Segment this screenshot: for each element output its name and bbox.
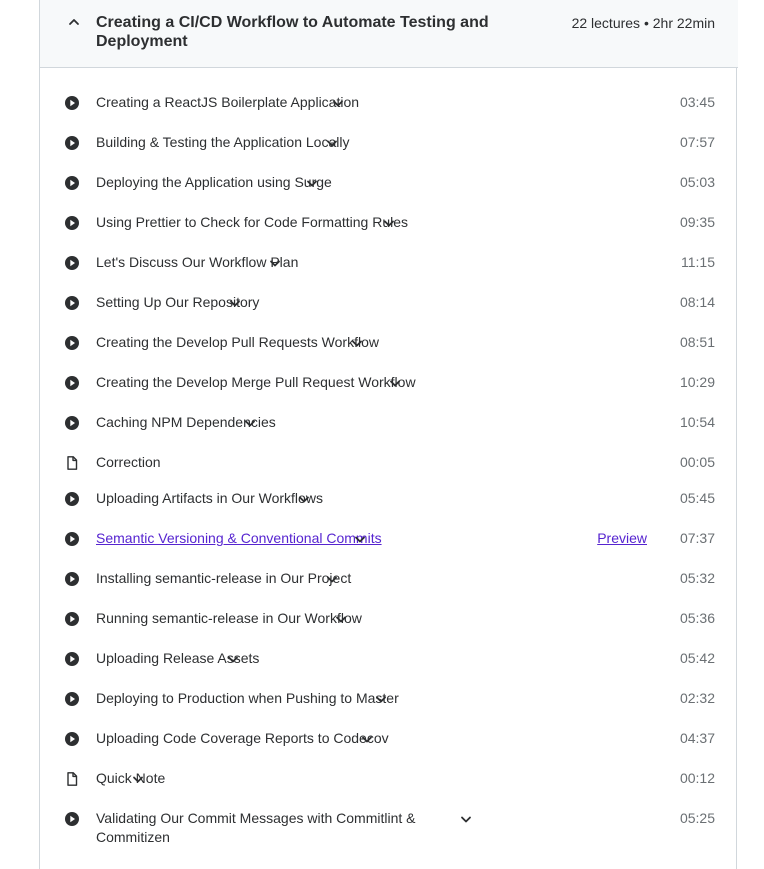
lecture-row[interactable]: Quick Note 00:12 — [40, 759, 738, 799]
chevron-down-icon[interactable] — [321, 132, 343, 154]
lecture-title: Validating Our Commit Messages with Comm… — [96, 810, 416, 845]
lecture-duration: 10:29 — [679, 374, 715, 390]
lecture-row[interactable]: Correction 00:05 — [40, 443, 738, 483]
lecture-title: Running semantic-release in Our Workflow — [96, 610, 362, 626]
lecture-title: Uploading Code Coverage Reports to Codec… — [96, 730, 389, 746]
chevron-up-icon[interactable] — [64, 12, 84, 32]
lecture-duration: 05:42 — [679, 650, 715, 666]
lecture-title: Deploying the Application using Surge — [96, 174, 332, 190]
play-icon — [64, 295, 80, 311]
lecture-duration: 09:35 — [679, 214, 715, 230]
lecture-title: Uploading Artifacts in Our Workflows — [96, 490, 323, 506]
chevron-down-icon[interactable] — [370, 688, 392, 710]
chevron-down-icon[interactable] — [330, 608, 352, 630]
chevron-down-icon[interactable] — [301, 172, 323, 194]
lecture-title: Deploying to Production when Pushing to … — [96, 690, 399, 706]
play-icon — [64, 255, 80, 271]
chevron-down-icon[interactable] — [321, 568, 343, 590]
lecture-row[interactable]: Deploying the Application using Surge 05:… — [40, 163, 738, 203]
lecture-row[interactable]: Caching NPM Dependencies 10:54 — [40, 403, 738, 443]
lecture-duration: 03:45 — [679, 94, 715, 110]
lecture-duration: 00:05 — [679, 454, 715, 470]
lecture-title: Correction — [96, 454, 161, 470]
play-icon — [64, 531, 80, 547]
lecture-title: Creating the Develop Merge Pull Request … — [96, 374, 416, 390]
lecture-row[interactable]: Installing semantic-release in Our Proje… — [40, 559, 738, 599]
lecture-row[interactable]: Building & Testing the Application Local… — [40, 123, 738, 163]
lecture-duration: 10:54 — [679, 414, 715, 430]
chevron-down-icon[interactable] — [349, 528, 371, 550]
chevron-down-icon[interactable] — [224, 292, 246, 314]
lecture-title: Creating a ReactJS Boilerplate Applicati… — [96, 94, 360, 110]
play-icon — [64, 611, 80, 627]
lecture-duration: 00:12 — [679, 770, 715, 786]
lecture-row[interactable]: Creating a ReactJS Boilerplate Applicati… — [40, 83, 738, 123]
chevron-down-icon[interactable] — [346, 332, 368, 354]
chevron-down-icon[interactable] — [222, 648, 244, 670]
play-icon — [64, 491, 80, 507]
lecture-title: Installing semantic-release in Our Proje… — [96, 570, 352, 586]
play-icon — [64, 571, 80, 587]
section-meta: 22 lectures • 2hr 22min — [571, 15, 715, 31]
play-icon — [64, 731, 80, 747]
chevron-down-icon[interactable] — [264, 252, 286, 274]
lecture-duration: 05:25 — [679, 810, 715, 826]
lecture-row[interactable]: Uploading Artifacts in Our Workflows 05:4… — [40, 479, 738, 519]
play-icon — [64, 811, 80, 827]
play-icon — [64, 335, 80, 351]
lecture-duration: 08:14 — [679, 294, 715, 310]
lecture-duration: 07:37 — [679, 530, 715, 546]
lecture-row[interactable]: Validating Our Commit Messages with Comm… — [40, 799, 738, 845]
section-header[interactable]: Creating a CI/CD Workflow to Automate Te… — [40, 0, 738, 68]
play-icon — [64, 375, 80, 391]
lecture-duration: 08:51 — [679, 334, 715, 350]
lecture-row[interactable]: Creating the Develop Pull Requests Workf… — [40, 323, 738, 363]
article-icon — [64, 455, 80, 471]
play-icon — [64, 415, 80, 431]
lecture-title[interactable]: Semantic Versioning & Conventional Commi… — [96, 529, 382, 548]
lecture-row[interactable]: Deploying to Production when Pushing to … — [40, 679, 738, 719]
play-icon — [64, 215, 80, 231]
chevron-down-icon[interactable] — [356, 728, 378, 750]
lecture-row[interactable]: Semantic Versioning & Conventional Commi… — [40, 519, 738, 559]
chevron-down-icon[interactable] — [293, 488, 315, 510]
lecture-duration: 07:57 — [679, 134, 715, 150]
play-icon — [64, 651, 80, 667]
chevron-down-icon[interactable] — [455, 808, 477, 830]
lecture-duration: 02:32 — [679, 690, 715, 706]
lecture-duration: 04:37 — [679, 730, 715, 746]
chevron-down-icon[interactable] — [378, 212, 400, 234]
article-icon — [64, 771, 80, 787]
lecture-row[interactable]: Let's Discuss Our Workflow Plan 11:15 — [40, 243, 738, 283]
curriculum-section: Creating a CI/CD Workflow to Automate Te… — [39, 0, 738, 869]
lecture-row[interactable]: Creating the Develop Merge Pull Request … — [40, 363, 738, 403]
play-icon — [64, 135, 80, 151]
lecture-title: Building & Testing the Application Local… — [96, 134, 350, 150]
lecture-duration: 11:15 — [681, 254, 715, 270]
chevron-down-icon[interactable] — [239, 412, 261, 434]
lecture-row[interactable]: Using Prettier to Check for Code Formatt… — [40, 203, 738, 243]
chevron-down-icon[interactable] — [327, 92, 349, 114]
play-icon — [64, 175, 80, 191]
section-title: Creating a CI/CD Workflow to Automate Te… — [96, 14, 489, 50]
lecture-title: Using Prettier to Check for Code Formatt… — [96, 214, 409, 230]
lecture-duration: 05:03 — [679, 174, 715, 190]
lecture-duration: 05:36 — [679, 610, 715, 626]
play-icon — [64, 95, 80, 111]
lecture-duration: 05:32 — [679, 570, 715, 586]
lecture-title: Creating the Develop Pull Requests Workf… — [96, 334, 379, 350]
chevron-down-icon[interactable] — [384, 372, 406, 394]
lecture-duration: 05:45 — [679, 490, 715, 506]
lecture-row[interactable]: Running semantic-release in Our Workflow… — [40, 599, 738, 639]
lecture-row[interactable]: Setting Up Our Repository 08:14 — [40, 283, 738, 323]
chevron-down-icon[interactable] — [127, 768, 149, 790]
play-icon — [64, 691, 80, 707]
lecture-row[interactable]: Uploading Code Coverage Reports to Codec… — [40, 719, 738, 759]
lecture-row[interactable]: Uploading Release Assets 05:42 — [40, 639, 738, 679]
preview-link[interactable]: Preview — [597, 529, 647, 548]
